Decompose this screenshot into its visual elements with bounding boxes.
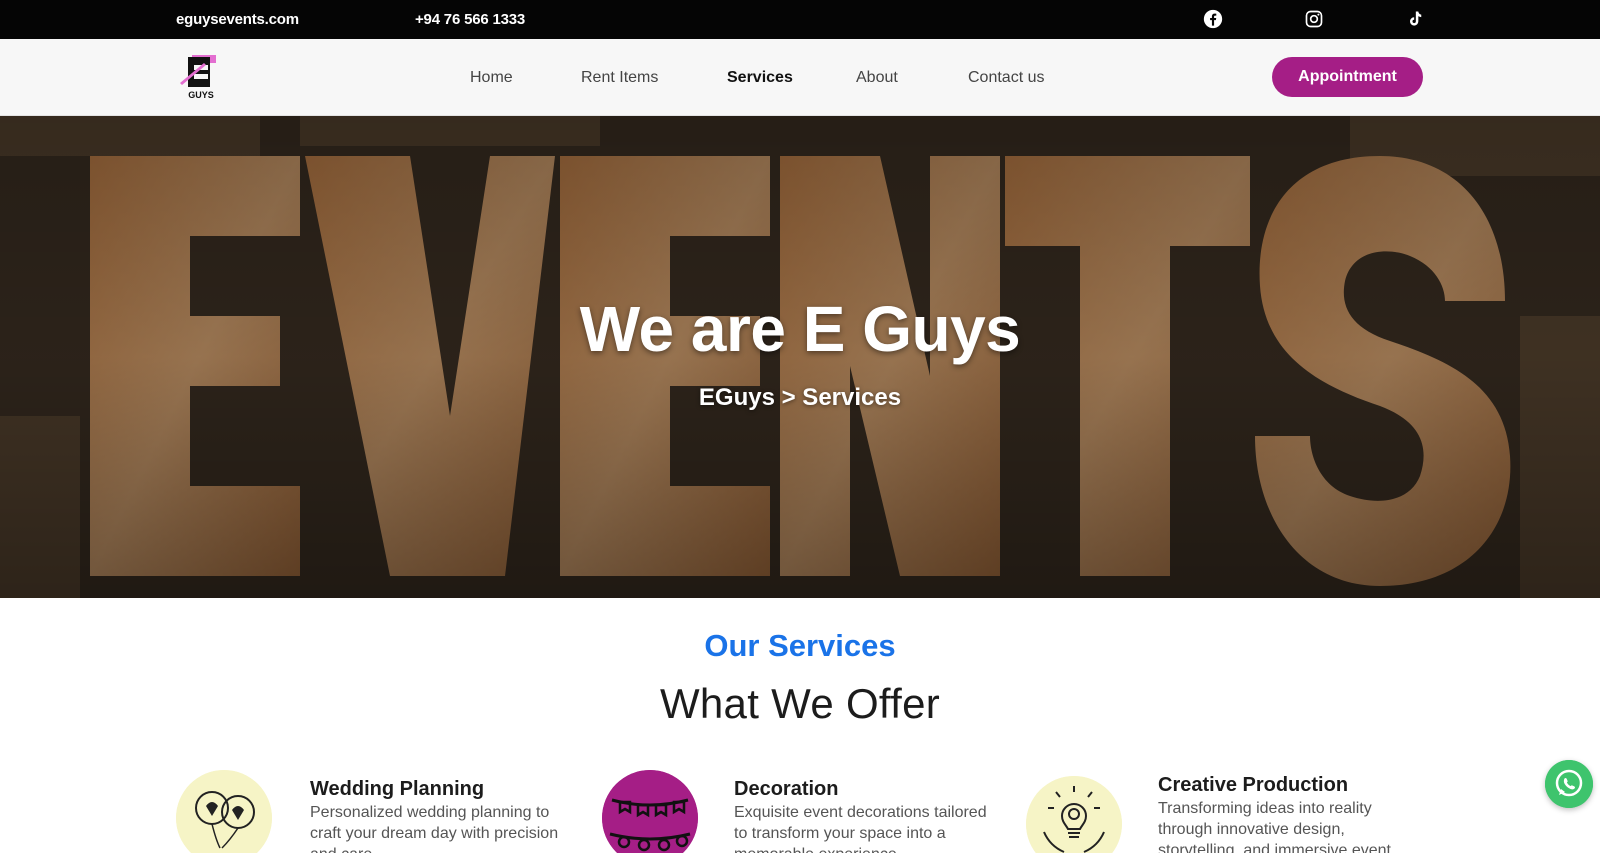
service-desc-wedding: Personalized wedding planning to craft y… xyxy=(310,804,559,853)
site-url[interactable]: eguysevents.com xyxy=(176,11,299,28)
service-desc-decoration: Exquisite event decorations tailored to … xyxy=(734,804,987,853)
service-title-creative: Creative Production xyxy=(1158,774,1349,796)
hero-banner: We are E Guys EGuys > Services xyxy=(0,116,1600,598)
phone-number[interactable]: +94 76 566 1333 xyxy=(415,11,525,28)
section-title: What We Offer xyxy=(659,680,941,727)
bunting-decoration-icon xyxy=(602,770,698,853)
service-title-wedding: Wedding Planning xyxy=(310,778,485,800)
top-bar: eguysevents.com +94 76 566 1333 xyxy=(0,0,1600,39)
lightbulb-gear-icon xyxy=(1026,776,1122,853)
service-title-decoration: Decoration xyxy=(734,778,839,800)
nav-about[interactable]: About xyxy=(856,69,898,87)
nav-home[interactable]: Home xyxy=(470,69,513,87)
instagram-icon[interactable] xyxy=(1304,9,1324,29)
nav-rent-items[interactable]: Rent Items xyxy=(581,69,658,87)
logo-text: GUYS xyxy=(188,90,214,100)
brand-logo[interactable]: GUYS xyxy=(178,53,224,101)
nav-services[interactable]: Services xyxy=(727,69,793,87)
service-desc-creative: Transforming ideas into reality through … xyxy=(1158,800,1391,853)
facebook-icon[interactable] xyxy=(1203,9,1223,29)
wedding-balloons-icon xyxy=(176,770,272,853)
section-eyebrow: Our Services xyxy=(704,628,896,663)
whatsapp-icon[interactable] xyxy=(1545,760,1593,808)
nav-contact-us[interactable]: Contact us xyxy=(968,69,1044,87)
tiktok-icon[interactable] xyxy=(1405,9,1425,29)
hero-title: We are E Guys xyxy=(579,293,1021,365)
appointment-button[interactable]: Appointment xyxy=(1272,57,1423,97)
main-navbar: GUYS Home Rent Items Services About Cont… xyxy=(0,39,1600,116)
breadcrumb: EGuys > Services xyxy=(698,384,902,411)
